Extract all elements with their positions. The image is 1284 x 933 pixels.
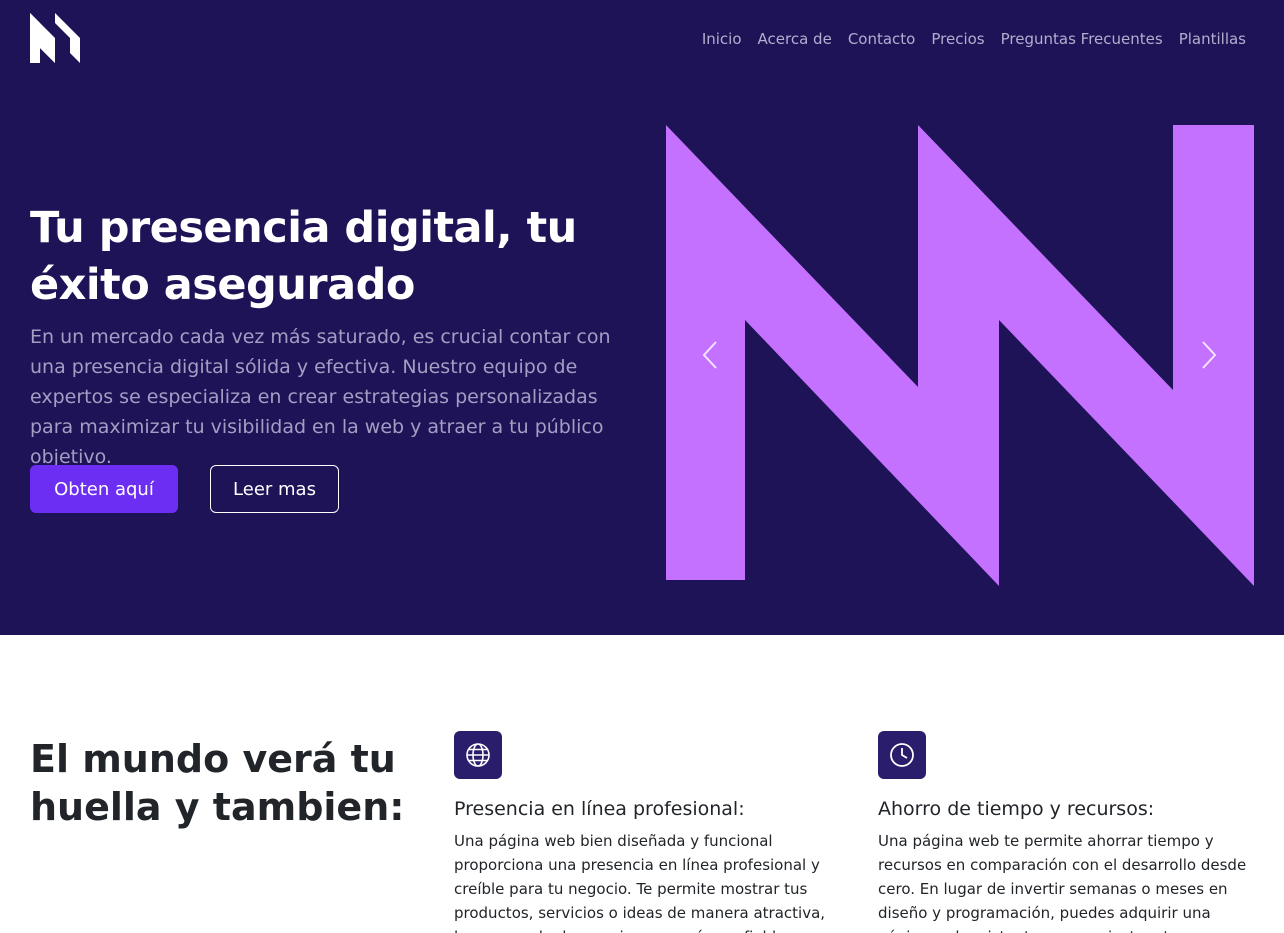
carousel-prev-button[interactable] bbox=[693, 338, 727, 372]
nav-item-plantillas[interactable]: Plantillas bbox=[1171, 29, 1246, 49]
features-title: El mundo verá tu huella y tambien: bbox=[30, 737, 405, 829]
obten-aqui-button[interactable]: Obten aquí bbox=[30, 465, 178, 513]
globe-icon bbox=[454, 731, 502, 779]
hero-carousel bbox=[666, 125, 1254, 586]
nav-item-inicio[interactable]: Inicio bbox=[694, 29, 750, 49]
feature-card: Presencia en línea profesional: Una pági… bbox=[454, 731, 834, 933]
chevron-left-icon bbox=[702, 341, 717, 369]
feature-title: Presencia en línea profesional: bbox=[454, 798, 745, 820]
carousel-next-button[interactable] bbox=[1192, 338, 1226, 372]
main-nav: Inicio Acerca de Contacto Precios Pregun… bbox=[694, 29, 1246, 49]
nav-item-preguntas-frecuentes[interactable]: Preguntas Frecuentes bbox=[993, 29, 1171, 49]
feature-title: Ahorro de tiempo y recursos: bbox=[878, 798, 1155, 820]
hero-title: Tu presencia digital, tu éxito asegurado bbox=[30, 203, 577, 310]
hero-description: En un mercado cada vez más saturado, es … bbox=[30, 326, 611, 468]
nn-logo-icon[interactable] bbox=[30, 13, 80, 63]
feature-text: Una página web te permite ahorrar tiempo… bbox=[878, 832, 1247, 933]
hero-text: Tu presencia digital, tu éxito asegurado… bbox=[30, 200, 630, 472]
features-section: El mundo verá tu huella y tambien: Prese… bbox=[0, 635, 1284, 933]
nav-item-contacto[interactable]: Contacto bbox=[840, 29, 924, 49]
hero-section: Inicio Acerca de Contacto Precios Pregun… bbox=[0, 0, 1284, 635]
hero-buttons: Obten aquí Leer mas bbox=[30, 465, 339, 513]
clock-icon bbox=[878, 731, 926, 779]
leer-mas-button[interactable]: Leer mas bbox=[210, 465, 339, 513]
feature-card: Ahorro de tiempo y recursos: Una página … bbox=[878, 731, 1258, 933]
chevron-right-icon bbox=[1202, 341, 1217, 369]
nav-item-precios[interactable]: Precios bbox=[923, 29, 992, 49]
nn-logo-graphic bbox=[666, 125, 1254, 586]
nav-item-acerca-de[interactable]: Acerca de bbox=[750, 29, 840, 49]
feature-text: Una página web bien diseñada y funcional… bbox=[454, 832, 826, 933]
